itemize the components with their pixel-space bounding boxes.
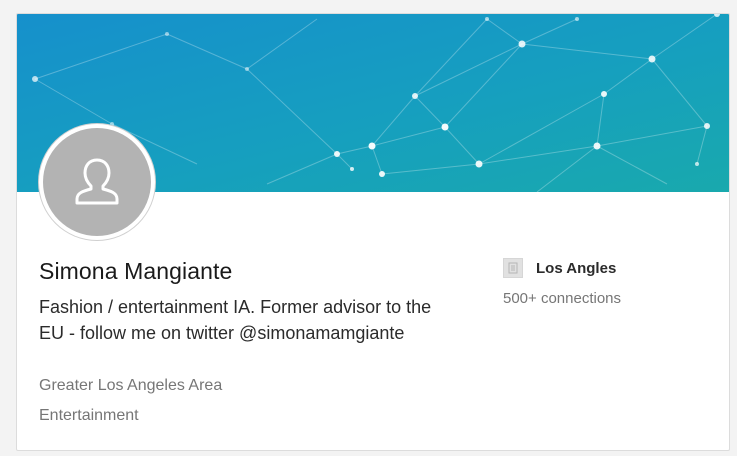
profile-sidebar: Los Angles 500+ connections bbox=[503, 257, 723, 307]
current-company[interactable]: Los Angles bbox=[503, 257, 723, 279]
profile-photo-frame[interactable] bbox=[39, 124, 155, 240]
avatar[interactable] bbox=[43, 128, 151, 236]
profile-headline: Fashion / entertainment IA. Former advis… bbox=[39, 297, 432, 343]
profile-card: Simona Mangiante Fashion / entertainment… bbox=[16, 13, 730, 451]
building-icon bbox=[503, 258, 523, 278]
profile-name: Simona Mangiante bbox=[39, 258, 233, 284]
company-name[interactable]: Los Angles bbox=[536, 260, 616, 277]
profile-location: Greater Los Angeles Area bbox=[39, 377, 223, 394]
connections-count[interactable]: 500+ connections bbox=[503, 290, 723, 307]
person-placeholder-icon bbox=[75, 158, 119, 205]
profile-industry: Entertainment bbox=[39, 407, 139, 424]
